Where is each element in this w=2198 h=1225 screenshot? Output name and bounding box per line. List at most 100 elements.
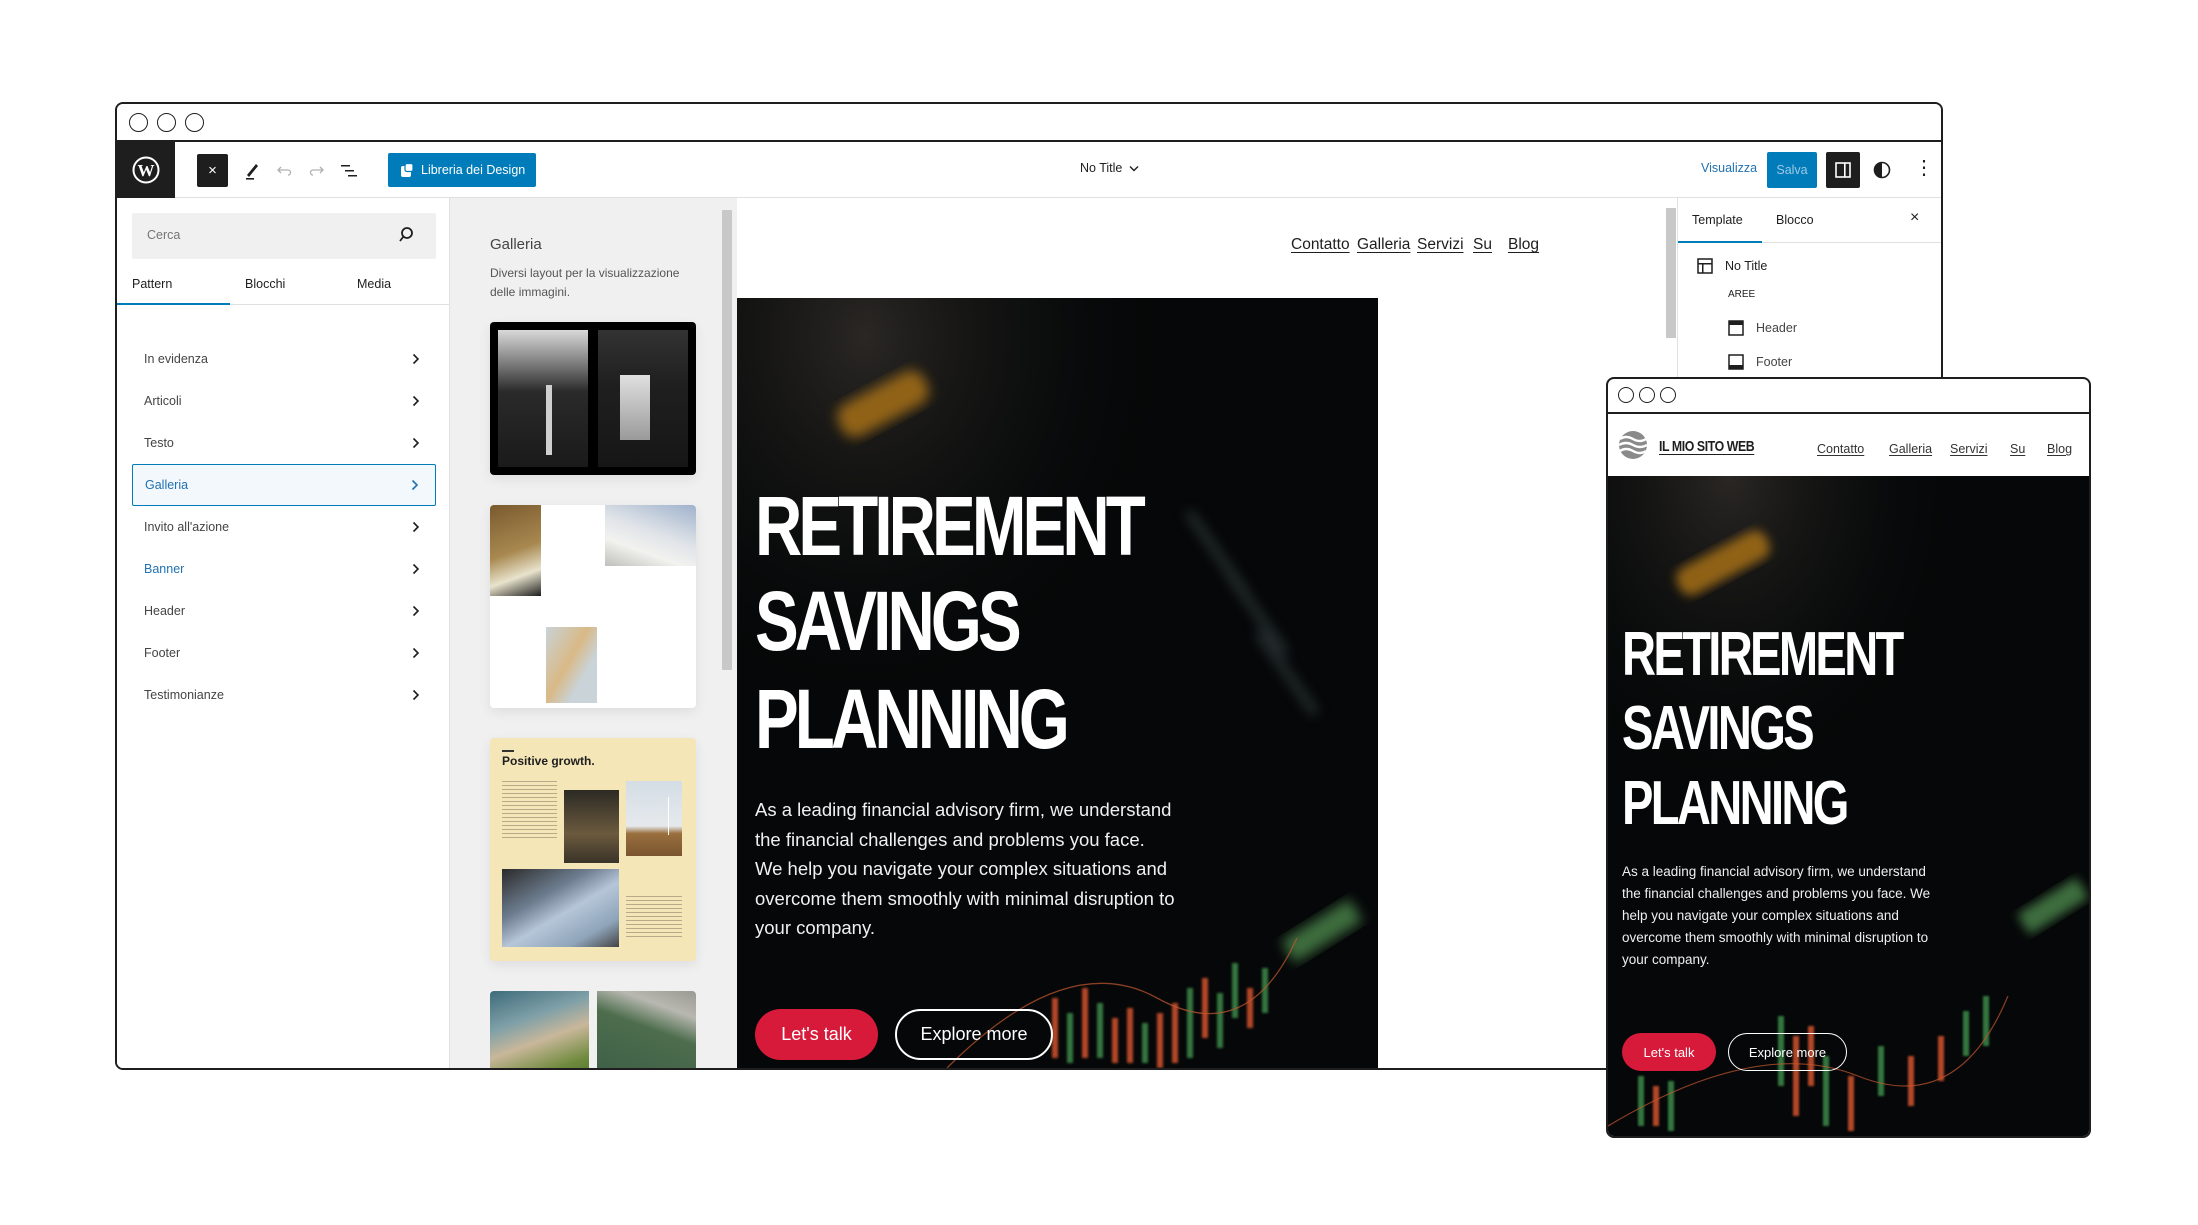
site-title[interactable]: IL MIO SITO WEB xyxy=(1659,438,1755,455)
nav-link-blog[interactable]: Blog xyxy=(1508,236,1539,254)
close-settings-button[interactable]: × xyxy=(1910,209,1919,227)
tab-blocco[interactable]: Blocco xyxy=(1776,213,1814,227)
nav-link-su[interactable]: Su xyxy=(1473,236,1492,254)
inserter-sidebar: Cerca Pattern Blocchi Media In evidenza A… xyxy=(117,198,450,1068)
active-tab-indicator xyxy=(117,303,230,305)
mobile-window-control-maximize[interactable] xyxy=(1660,387,1676,403)
undo-button[interactable] xyxy=(272,154,296,187)
pattern-category-description: Diversi layout per la visualizzazione de… xyxy=(490,266,680,299)
tab-blocchi[interactable]: Blocchi xyxy=(245,277,285,291)
category-item[interactable]: Articoli xyxy=(132,380,436,422)
chevron-down-icon xyxy=(1129,165,1139,171)
category-label: In evidenza xyxy=(144,352,208,366)
sidebar-icon xyxy=(1835,162,1851,178)
category-item[interactable]: Footer xyxy=(132,632,436,674)
save-label: Salva xyxy=(1776,163,1808,177)
pattern-card-architecture[interactable] xyxy=(490,505,696,708)
chevron-right-icon xyxy=(412,437,420,449)
canvas-scrollbar[interactable] xyxy=(1666,208,1676,338)
window-control-close[interactable] xyxy=(129,113,148,132)
architecture-image-1 xyxy=(490,505,541,596)
chevron-right-icon xyxy=(411,479,419,491)
pattern-panel-scrollbar[interactable] xyxy=(722,210,732,670)
save-button[interactable]: Salva xyxy=(1767,152,1817,188)
more-options-icon[interactable]: ⋮ xyxy=(1914,158,1934,178)
aerial-coast-image xyxy=(490,991,589,1068)
settings-sidebar-toggle[interactable] xyxy=(1826,152,1860,188)
category-item[interactable]: In evidenza xyxy=(132,338,436,380)
window-control-maximize[interactable] xyxy=(185,113,204,132)
pattern-search-input[interactable]: Cerca xyxy=(132,213,436,259)
chevron-right-icon xyxy=(412,353,420,365)
redo-button[interactable] xyxy=(305,154,329,187)
category-label: Footer xyxy=(144,646,181,660)
category-item[interactable]: Header xyxy=(132,590,436,632)
hero-title-line-2: SAVINGS xyxy=(755,574,1022,668)
mobile-hero-cover-block[interactable]: RETIREMENT SAVINGS PLANNING As a leading… xyxy=(1608,476,2089,1136)
category-item[interactable]: Banner xyxy=(132,548,436,590)
wordpress-logo-button[interactable]: W xyxy=(117,142,175,198)
design-library-button[interactable]: Libreria dei Design xyxy=(388,153,536,187)
mobile-hero-title-line-3: PLANNING xyxy=(1622,769,1849,838)
window-control-minimize[interactable] xyxy=(157,113,176,132)
styles-contrast-icon[interactable] xyxy=(1872,160,1892,180)
nav-link-contatto[interactable]: Contatto xyxy=(1291,236,1350,254)
pattern-card-waterfall[interactable] xyxy=(490,322,696,475)
mobile-nav-link-galleria[interactable]: Galleria xyxy=(1889,442,1932,456)
undo-icon xyxy=(277,166,292,176)
inserter-tabs: Pattern Blocchi Media xyxy=(117,265,450,305)
preview-button[interactable]: Visualizza xyxy=(1701,161,1757,175)
template-info: No Title xyxy=(1697,258,1767,274)
area-item-header[interactable]: Header xyxy=(1728,320,1797,336)
mobile-nav-link-contatto[interactable]: Contatto xyxy=(1817,442,1864,456)
active-settings-tab-indicator xyxy=(1678,241,1762,243)
document-overview-button[interactable] xyxy=(337,154,361,187)
tab-template[interactable]: Template xyxy=(1692,213,1743,227)
mobile-lets-talk-button[interactable]: Let's talk xyxy=(1622,1033,1716,1071)
document-title-dropdown[interactable]: No Title xyxy=(1080,161,1139,175)
editor-toolbar: W × Libreria dei Design No Title Visuali… xyxy=(117,142,1941,198)
tab-media[interactable]: Media xyxy=(357,277,391,291)
footer-area-icon xyxy=(1728,354,1744,370)
areas-heading: AREE xyxy=(1728,289,1756,300)
pattern-category-title: Galleria xyxy=(490,236,542,253)
category-item[interactable]: Invito all'azione xyxy=(132,506,436,548)
mobile-site-header: IL MIO SITO WEB Contatto Galleria Serviz… xyxy=(1608,414,2089,476)
category-item[interactable]: Testimonianze xyxy=(132,674,436,716)
site-logo-icon xyxy=(1618,431,1648,459)
tab-pattern[interactable]: Pattern xyxy=(132,277,172,291)
hero-cover-block[interactable]: RETIREMENT SAVINGS PLANNING As a leading… xyxy=(737,298,1378,1068)
editor-canvas: Contatto Galleria Servizi Su Blog RETIRE… xyxy=(737,198,1662,1068)
chevron-right-icon xyxy=(412,563,420,575)
search-placeholder: Cerca xyxy=(147,228,181,242)
explore-more-button[interactable]: Explore more xyxy=(895,1009,1053,1060)
layout-icon xyxy=(1697,258,1713,274)
mobile-window-control-close[interactable] xyxy=(1618,387,1634,403)
mobile-nav-link-blog[interactable]: Blog xyxy=(2047,442,2072,456)
library-icon xyxy=(401,162,414,177)
mobile-hero-paragraph: As a leading financial advisory firm, we… xyxy=(1622,864,1931,967)
area-label-header: Header xyxy=(1756,321,1797,335)
nav-link-galleria[interactable]: Galleria xyxy=(1357,236,1410,254)
pattern-card-positive-growth[interactable]: Positive growth. xyxy=(490,738,696,961)
chevron-right-icon xyxy=(412,605,420,617)
chevron-right-icon xyxy=(412,689,420,701)
category-item[interactable]: Galleria xyxy=(132,464,436,506)
tools-button[interactable] xyxy=(239,154,265,187)
mobile-nav-link-su[interactable]: Su xyxy=(2010,442,2025,456)
lets-talk-button[interactable]: Let's talk xyxy=(755,1009,878,1060)
header-area-icon xyxy=(1728,320,1744,336)
category-item[interactable]: Testo xyxy=(132,422,436,464)
coast-image xyxy=(502,869,619,947)
wind-turbine-image xyxy=(626,781,682,856)
mobile-explore-more-button[interactable]: Explore more xyxy=(1728,1033,1847,1071)
waterfall-image-left xyxy=(498,330,588,467)
mobile-window-control-minimize[interactable] xyxy=(1639,387,1655,403)
nav-link-servizi[interactable]: Servizi xyxy=(1417,236,1464,254)
pattern-card-aerial[interactable] xyxy=(490,991,696,1068)
category-label: Banner xyxy=(144,562,185,576)
close-inserter-button[interactable]: × xyxy=(197,154,228,187)
mobile-nav-link-servizi[interactable]: Servizi xyxy=(1950,442,1988,456)
mobile-hero-title-line-1: RETIREMENT xyxy=(1622,620,1904,689)
area-item-footer[interactable]: Footer xyxy=(1728,354,1792,370)
